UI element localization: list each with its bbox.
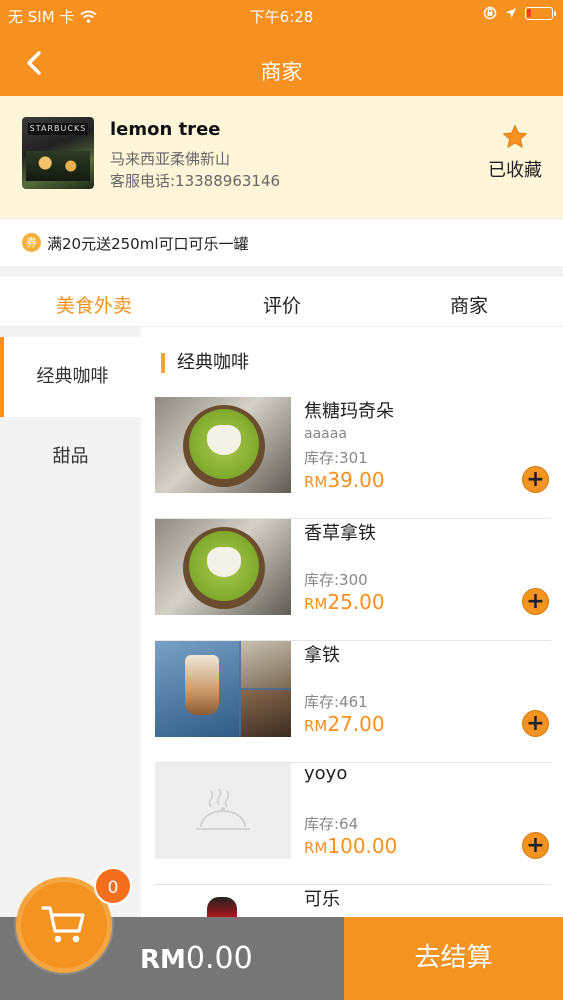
- favorite-label: 已收藏: [488, 160, 542, 181]
- product-price: RM39.00: [304, 468, 385, 492]
- category-sidebar: 经典咖啡 甜品: [0, 327, 141, 927]
- price-currency: RM: [304, 717, 328, 735]
- merchant-header: STARBUCKS lemon tree 马来西亚柔佛新山 客服电话:13388…: [0, 96, 563, 218]
- product-image: [155, 641, 291, 737]
- category-item-desserts[interactable]: 甜品: [0, 417, 141, 497]
- product-item[interactable]: 焦糖玛奇朵 aaaaa 库存:301 RM39.00 +: [141, 397, 563, 519]
- price-currency: RM: [304, 839, 328, 857]
- tab-bar: 美食外卖 评价 商家: [0, 277, 563, 330]
- price-currency: RM: [304, 595, 328, 613]
- price-value: 39.00: [327, 468, 385, 492]
- product-price: RM100.00: [304, 834, 397, 858]
- status-bar: 无 SIM 卡 下午6:28: [0, 0, 563, 30]
- product-item[interactable]: 香草拿铁 库存:300 RM25.00 +: [141, 519, 563, 641]
- product-desc: aaaaa: [304, 426, 347, 442]
- price-value: 100.00: [327, 834, 398, 858]
- status-right: [483, 6, 556, 20]
- promo-text: 满20元送250ml可口可乐一罐: [47, 235, 249, 253]
- merchant-logo: STARBUCKS: [22, 117, 94, 189]
- product-image: [155, 519, 291, 615]
- category-label: 经典咖啡: [36, 366, 109, 387]
- cart-total: RM0.00: [140, 941, 253, 976]
- price-value: 25.00: [327, 590, 385, 614]
- coupon-icon: 券: [22, 233, 41, 252]
- food-cloche-icon: [196, 788, 250, 830]
- total-value: 0.00: [185, 941, 253, 976]
- add-to-cart-button[interactable]: +: [522, 466, 549, 493]
- total-currency: RM: [140, 945, 186, 975]
- favorite-button[interactable]: 已收藏: [485, 124, 545, 182]
- product-item[interactable]: yoyo 库存:64 RM100.00 +: [141, 763, 563, 885]
- section-title: 经典咖啡: [161, 353, 249, 373]
- product-price: RM27.00: [304, 712, 385, 736]
- merchant-phone[interactable]: 客服电话:13388963146: [110, 170, 280, 191]
- price-value: 27.00: [327, 712, 385, 736]
- product-list: 经典咖啡 焦糖玛奇朵 aaaaa 库存:301 RM39.00 + 香草拿铁 库…: [141, 327, 563, 927]
- product-image: [155, 397, 291, 493]
- cart-count-badge: 0: [94, 867, 132, 905]
- checkout-button[interactable]: 去结算: [344, 917, 563, 1000]
- merchant-name: lemon tree: [110, 119, 221, 140]
- add-to-cart-button[interactable]: +: [522, 588, 549, 615]
- tab-label: 商家: [449, 295, 488, 317]
- product-name: 香草拿铁: [304, 523, 376, 544]
- category-item-classic-coffee[interactable]: 经典咖啡: [0, 337, 141, 417]
- merchant-address: 马来西亚柔佛新山: [110, 150, 231, 168]
- price-currency: RM: [304, 473, 328, 491]
- nav-bar: 商家: [0, 30, 563, 96]
- rotation-lock-icon: [483, 6, 497, 20]
- shopping-cart-icon: [41, 906, 85, 943]
- product-stock: 库存:461: [304, 693, 368, 711]
- product-stock: 库存:64: [304, 815, 359, 833]
- add-to-cart-button[interactable]: +: [522, 710, 549, 737]
- tab-label: 评价: [262, 295, 301, 317]
- page-title: 商家: [260, 60, 303, 84]
- promo-banner: 券 满20元送250ml可口可乐一罐: [0, 218, 563, 266]
- category-label: 甜品: [52, 446, 89, 467]
- status-time: 下午6:28: [249, 8, 314, 26]
- star-icon: [503, 125, 527, 148]
- tab-food-delivery[interactable]: 美食外卖: [0, 291, 188, 330]
- placeholder-image: [155, 763, 291, 859]
- product-name: 拿铁: [304, 645, 340, 666]
- tab-label: 美食外卖: [55, 295, 132, 317]
- battery-icon: [525, 6, 556, 20]
- product-stock: 库存:301: [304, 449, 368, 467]
- product-item[interactable]: 拿铁 库存:461 RM27.00 +: [141, 641, 563, 763]
- location-arrow-icon: [506, 8, 516, 18]
- product-stock: 库存:300: [304, 571, 368, 589]
- tab-reviews[interactable]: 评价: [188, 291, 376, 318]
- logo-sign-text: STARBUCKS: [28, 123, 88, 135]
- tab-merchant[interactable]: 商家: [375, 291, 563, 318]
- product-price: RM25.00: [304, 590, 385, 614]
- product-name: 焦糖玛奇朵: [304, 401, 394, 422]
- product-name: 可乐: [304, 889, 340, 910]
- add-to-cart-button[interactable]: +: [522, 832, 549, 859]
- product-name: yoyo: [304, 763, 348, 784]
